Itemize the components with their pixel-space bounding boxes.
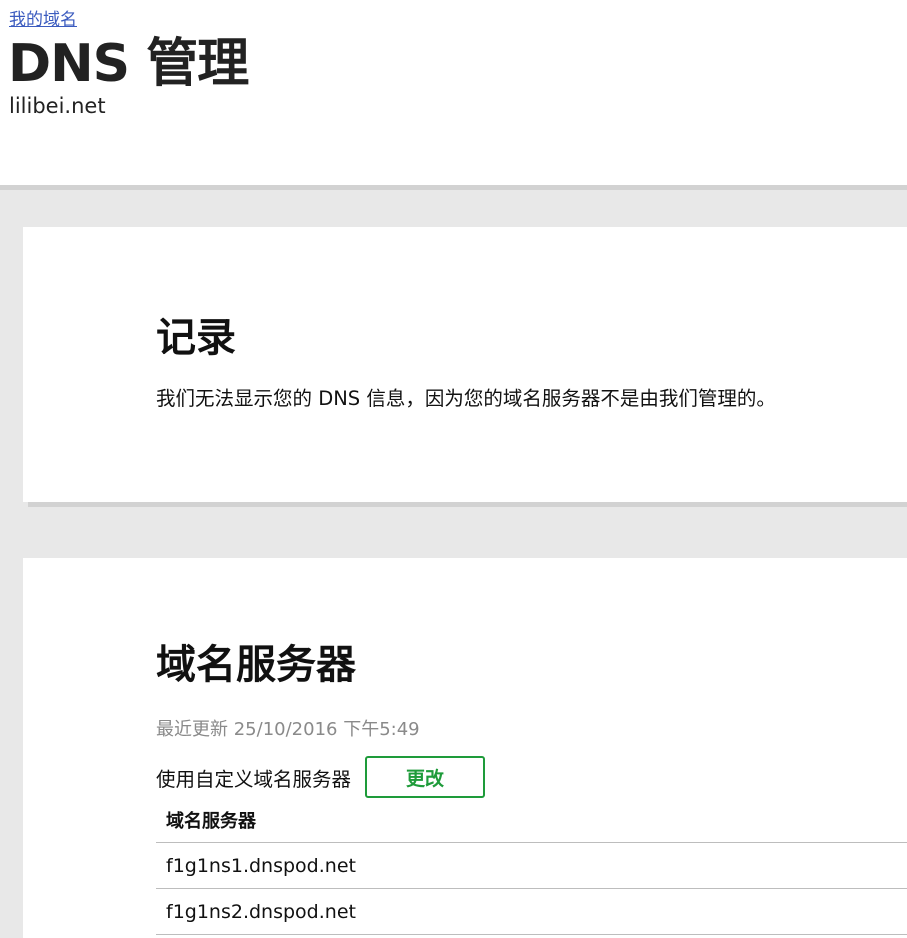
records-card: 记录 我们无法显示您的 DNS 信息，因为您的域名服务器不是由我们管理的。 (23, 227, 907, 502)
last-updated-text: 最近更新 25/10/2016 下午5:49 (156, 719, 420, 740)
table-row: f1g1ns1.dnspod.net (156, 842, 907, 889)
nameservers-card: 域名服务器 最近更新 25/10/2016 下午5:49 使用自定义域名服务器 … (23, 558, 907, 938)
nameserver-column-header: 域名服务器 (156, 798, 907, 843)
table-header-row: 域名服务器 (156, 798, 907, 843)
nameserver-cell: f1g1ns2.dnspod.net (156, 888, 907, 935)
breadcrumb-my-domains-link[interactable]: 我的域名 (9, 5, 77, 30)
nameservers-heading: 域名服务器 (156, 642, 356, 688)
custom-nameserver-row: 使用自定义域名服务器 更改 (156, 756, 486, 798)
nameserver-table: 域名服务器 f1g1ns1.dnspod.net f1g1ns2.dnspod.… (156, 798, 907, 935)
change-button[interactable]: 更改 (365, 756, 486, 798)
page: 我的域名 DNS 管理 lilibei.net 记录 我们无法显示您的 DNS … (0, 0, 907, 938)
page-title: DNS 管理 (8, 34, 249, 94)
records-message: 我们无法显示您的 DNS 信息，因为您的域名服务器不是由我们管理的。 (156, 387, 776, 410)
records-heading: 记录 (156, 315, 236, 361)
nameserver-cell: f1g1ns1.dnspod.net (156, 842, 907, 889)
table-row: f1g1ns2.dnspod.net (156, 888, 907, 935)
domain-name: lilibei.net (9, 94, 106, 118)
page-header: 我的域名 DNS 管理 lilibei.net (0, 0, 907, 186)
custom-nameserver-label: 使用自定义域名服务器 (156, 767, 352, 791)
